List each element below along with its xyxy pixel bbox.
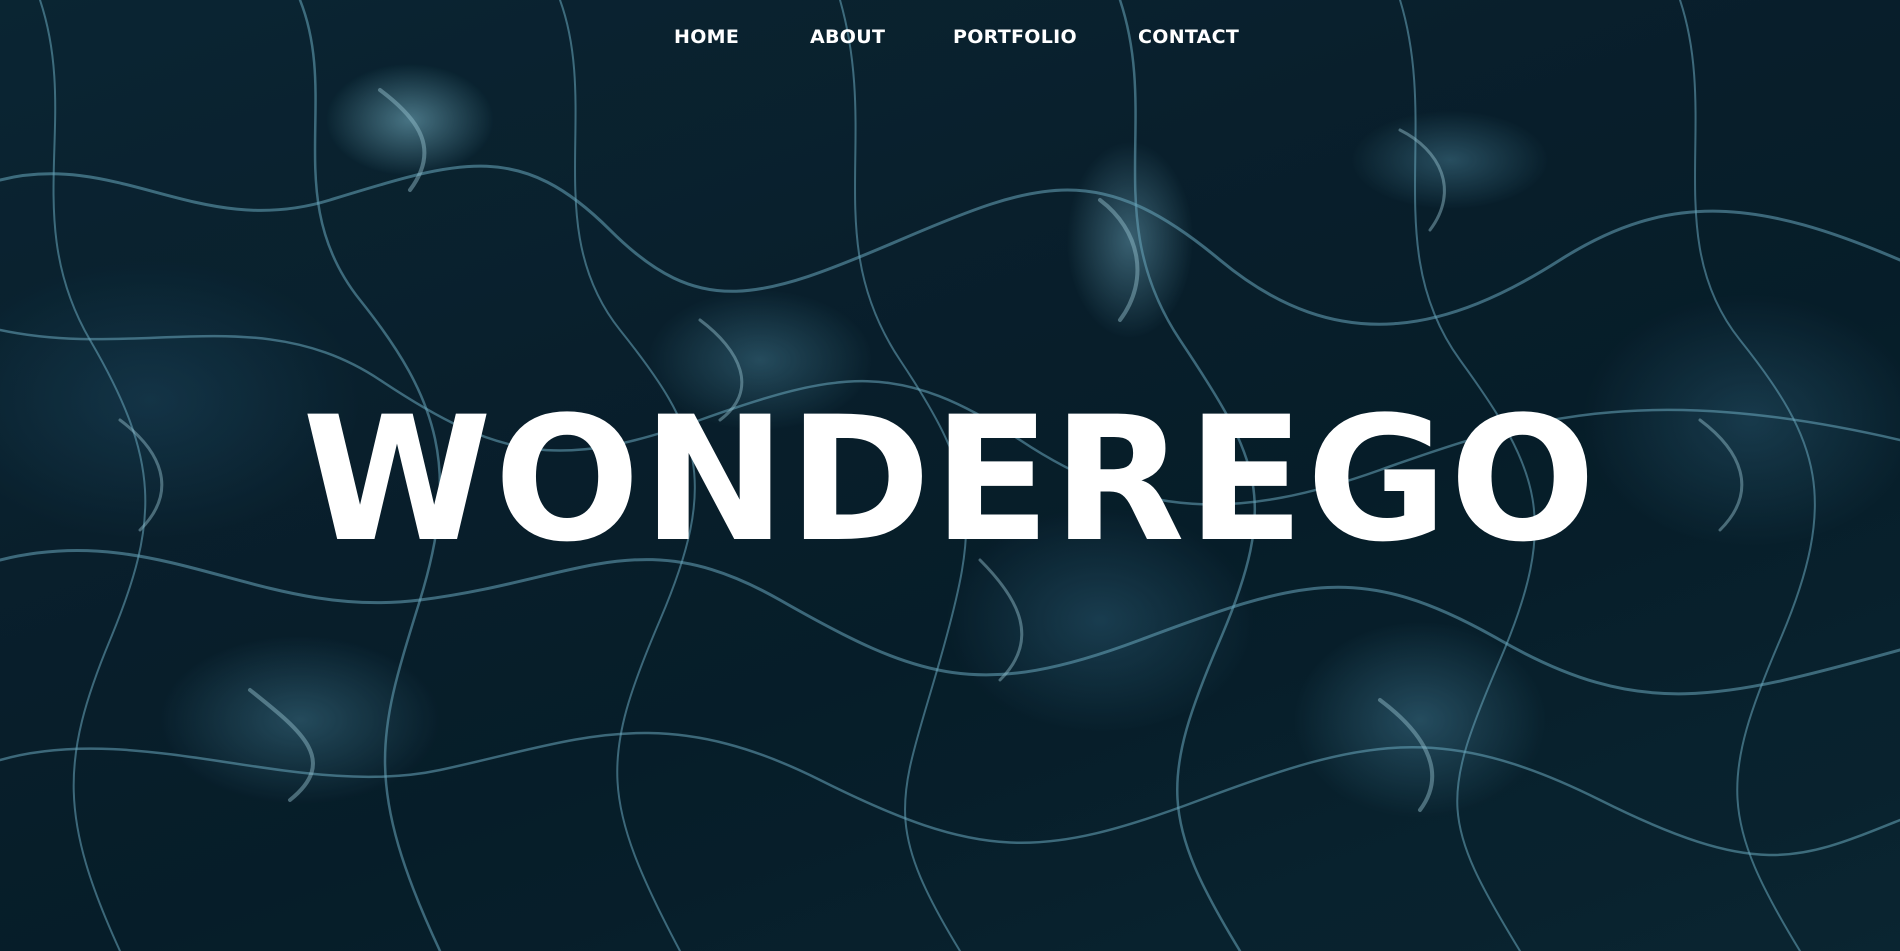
nav-link-about[interactable]: ABOUT: [810, 22, 885, 52]
hero-title: WONDEREGO: [302, 379, 1598, 580]
nav-link-home[interactable]: HOME: [674, 22, 739, 52]
nav-link-contact[interactable]: CONTACT: [1138, 22, 1239, 52]
nav-link-portfolio[interactable]: PORTFOLIO: [953, 22, 1077, 52]
hero-section: HOME ABOUT PORTFOLIO CONTACT WONDEREGO: [0, 0, 1900, 951]
